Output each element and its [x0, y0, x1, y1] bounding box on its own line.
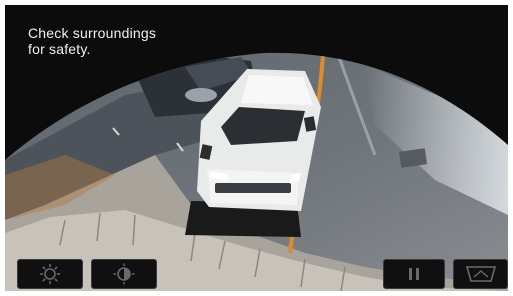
- camera-display: Check surroundings for safety.: [5, 5, 508, 291]
- view-switch-button[interactable]: [453, 259, 508, 289]
- pause-button[interactable]: [383, 259, 445, 289]
- safety-warning-message: Check surroundings for safety.: [28, 25, 157, 57]
- brightness-icon: [39, 263, 61, 285]
- pause-icon: [409, 268, 419, 280]
- contrast-button[interactable]: [91, 259, 157, 289]
- infotainment-screen: Check surroundings for safety.: [0, 0, 513, 296]
- brightness-button[interactable]: [17, 259, 83, 289]
- contrast-icon: [113, 263, 135, 285]
- view-switch-icon: [465, 266, 496, 282]
